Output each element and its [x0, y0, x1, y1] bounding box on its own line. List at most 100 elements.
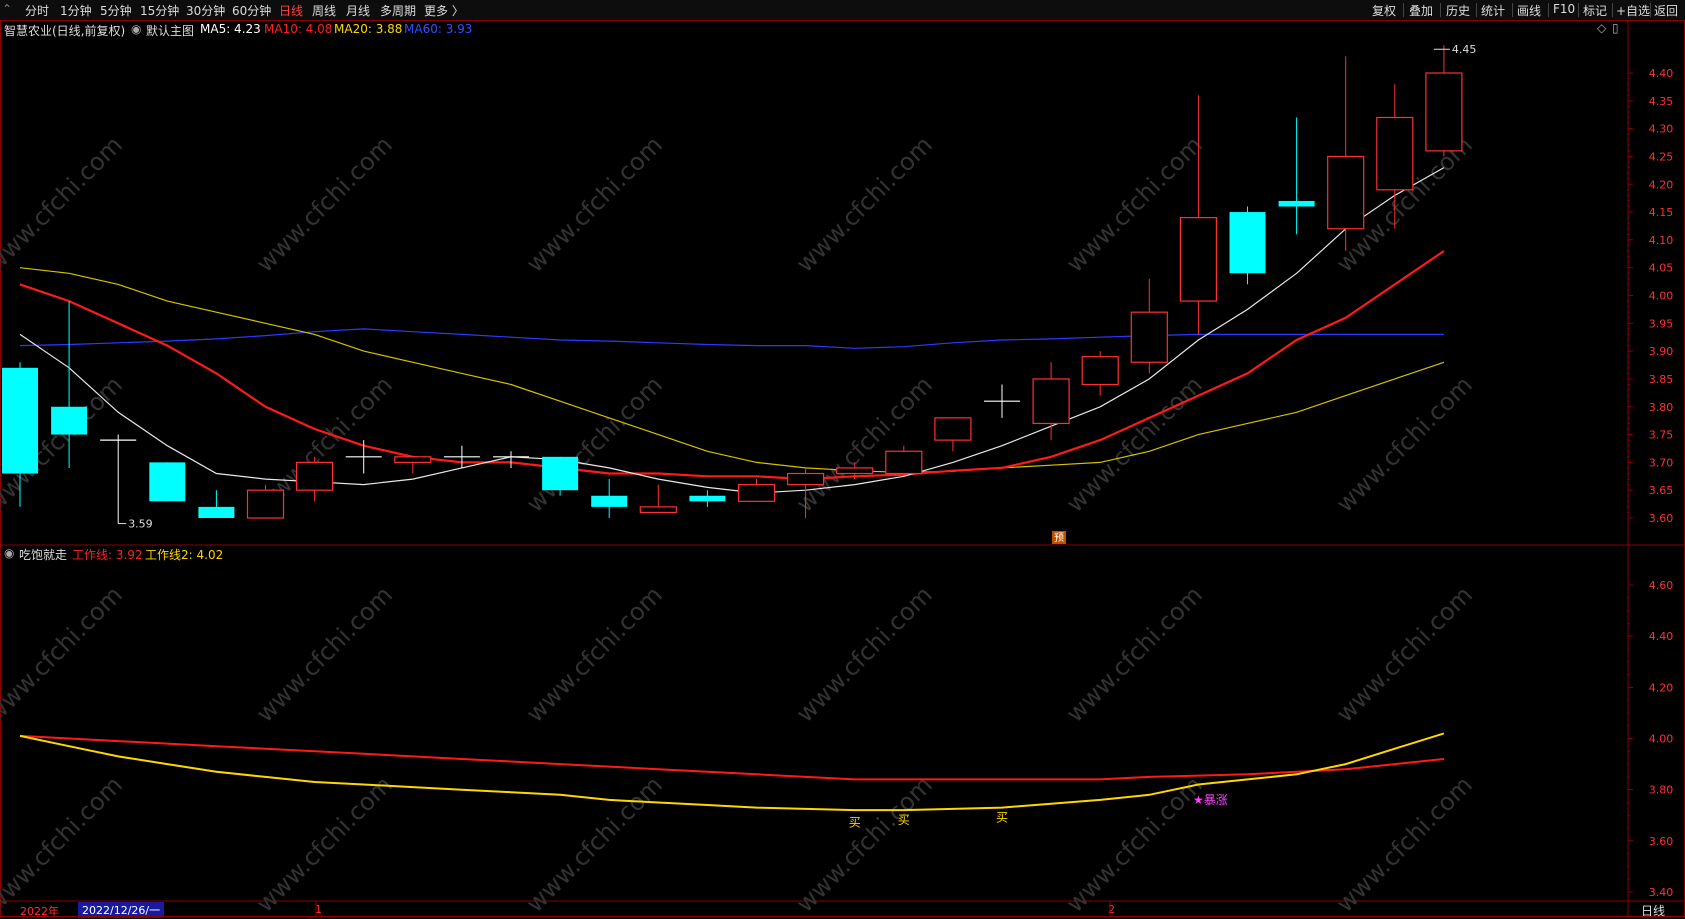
add-watchlist-button[interactable]: +自选	[1616, 2, 1650, 19]
watermark-text: www.cfchi.com	[791, 581, 938, 728]
mark-button[interactable]: 标记	[1583, 2, 1607, 19]
price-tick-label: 3.85	[1649, 373, 1674, 386]
period-tab-more[interactable]: 更多 〉	[424, 2, 464, 19]
toolbar-divider	[1512, 3, 1513, 17]
candle-body	[1278, 200, 1315, 207]
candle-body	[51, 406, 88, 435]
toolbar-divider	[1578, 3, 1579, 17]
price-tick-label: 4.00	[1649, 290, 1674, 303]
toolbar-divider	[1650, 3, 1651, 17]
overlay-button[interactable]: 叠加	[1409, 2, 1433, 19]
price-tick-label: 4.10	[1649, 234, 1674, 247]
watermark-text: www.cfchi.com	[521, 771, 668, 918]
watermark-text: www.cfchi.com	[791, 371, 938, 518]
price-tick-label: 4.40	[1649, 67, 1674, 80]
period-toolbar: ⌃ 分时 1分钟 5分钟 15分钟 30分钟 60分钟 日线 周线 月线 多周期…	[0, 0, 1685, 21]
candle-body	[1032, 378, 1070, 425]
price-tick-label: 3.75	[1649, 429, 1674, 442]
toolbar-divider	[1612, 3, 1613, 17]
buy-signal: 买	[996, 811, 1008, 825]
watermark-text: www.cfchi.com	[0, 581, 128, 728]
stats-button[interactable]: 统计	[1481, 2, 1505, 19]
price-tick-label: 4.35	[1649, 95, 1674, 108]
sub-tick-label: 3.40	[1649, 886, 1674, 899]
back-button[interactable]: 返回	[1654, 2, 1678, 19]
candle-body	[246, 489, 285, 519]
sub-tick-label: 4.20	[1649, 681, 1674, 694]
period-tab-60min[interactable]: 60分钟	[232, 2, 271, 19]
price-tick-label: 4.25	[1649, 150, 1674, 163]
period-tab-15min[interactable]: 15分钟	[140, 2, 179, 19]
sub-tick-label: 4.40	[1649, 630, 1674, 643]
toolbar-divider	[1548, 3, 1549, 17]
sub-tick-label: 4.00	[1649, 733, 1674, 746]
candle-body	[296, 461, 334, 491]
buy-signal: 买	[898, 813, 910, 827]
watermark-text: www.cfchi.com	[791, 771, 938, 918]
kline-chart[interactable]: www.cfchi.com www.cfchi.com www.cfchi.com w…	[0, 20, 1685, 918]
watermark-text: www.cfchi.com	[791, 131, 938, 278]
work-line2	[19, 732, 1445, 812]
period-tab-fenshi[interactable]: 分时	[25, 2, 49, 19]
buy-signal: 买	[849, 816, 861, 830]
ma60-line	[19, 328, 1444, 349]
ma20-line	[19, 267, 1445, 474]
price-tick-label: 3.70	[1649, 456, 1674, 469]
period-tab-week[interactable]: 周线	[312, 2, 336, 19]
watermark-text: www.cfchi.com	[1331, 771, 1478, 918]
period-tab-multi[interactable]: 多周期	[380, 2, 416, 19]
ma10-line	[19, 250, 1445, 481]
history-button[interactable]: 历史	[1446, 2, 1470, 19]
candle-body	[1081, 356, 1119, 386]
candle-body	[836, 467, 874, 475]
candle-body	[1179, 217, 1218, 302]
adjust-button[interactable]: 复权	[1372, 2, 1396, 19]
candle-body	[934, 417, 972, 441]
sub-tick-label: 3.60	[1649, 835, 1674, 848]
candle-body	[542, 456, 579, 491]
candle-body	[1376, 116, 1414, 191]
price-tick-label: 4.15	[1649, 206, 1674, 219]
toolbar-divider	[1476, 3, 1477, 17]
price-tick-label: 4.20	[1649, 178, 1674, 191]
candle-body	[639, 506, 677, 514]
candle-body	[1327, 155, 1365, 230]
watermark-text: www.cfchi.com	[1061, 581, 1208, 728]
candle-body	[786, 472, 825, 486]
watermark-text: www.cfchi.com	[1061, 371, 1208, 518]
candle-body	[2, 367, 38, 474]
price-tick-label: 3.65	[1649, 484, 1674, 497]
price-tick-label: 3.80	[1649, 401, 1674, 414]
pre-mark-text: 预	[1054, 532, 1064, 544]
sub-tick-label: 3.80	[1649, 784, 1674, 797]
watermark-text: www.cfchi.com	[251, 581, 398, 728]
period-tab-day[interactable]: 日线	[279, 2, 303, 19]
period-tab-1min[interactable]: 1分钟	[60, 2, 92, 19]
watermark-text: www.cfchi.com	[251, 771, 398, 918]
price-tick-label: 3.95	[1649, 317, 1674, 330]
sub-tick-label: 4.60	[1649, 579, 1674, 592]
f10-button[interactable]: F10	[1553, 2, 1575, 16]
low-price-label: 3.59	[128, 518, 153, 531]
candle-body	[394, 456, 432, 463]
candle-body	[737, 484, 776, 502]
period-tab-30min[interactable]: 30分钟	[186, 2, 225, 19]
candle-body	[591, 495, 628, 507]
price-tick-label: 4.05	[1649, 262, 1674, 275]
candle-body	[689, 495, 726, 502]
watermark-text: www.cfchi.com	[0, 131, 128, 278]
draw-button[interactable]: 画线	[1517, 2, 1541, 19]
high-price-label: 4.45	[1452, 43, 1477, 56]
candle-body	[149, 462, 186, 502]
watermark-text: www.cfchi.com	[521, 131, 668, 278]
collapse-icon[interactable]: ⌃	[2, 2, 12, 16]
period-tab-5min[interactable]: 5分钟	[100, 2, 132, 19]
period-tab-month[interactable]: 月线	[346, 2, 370, 19]
price-tick-label: 4.30	[1649, 123, 1674, 136]
candle-body	[198, 506, 235, 518]
watermark-text: www.cfchi.com	[1061, 771, 1208, 918]
candle-body	[885, 450, 923, 475]
watermark-text: www.cfchi.com	[251, 131, 398, 278]
price-tick-label: 3.60	[1649, 512, 1674, 525]
price-tick-label: 3.90	[1649, 345, 1674, 358]
